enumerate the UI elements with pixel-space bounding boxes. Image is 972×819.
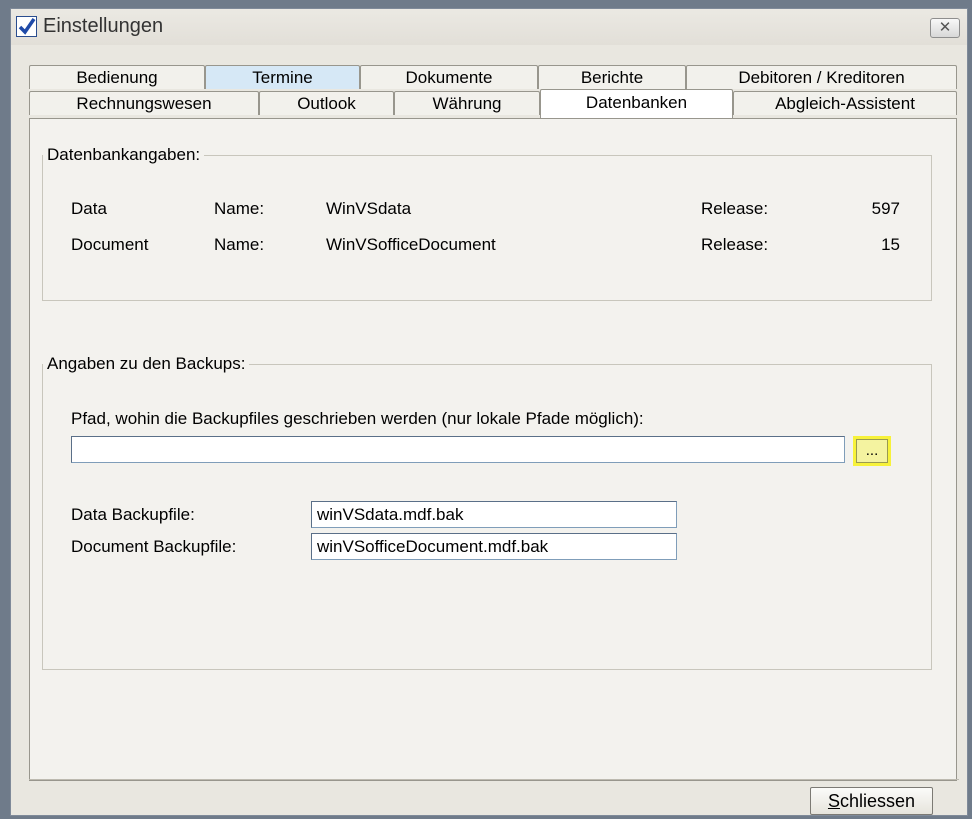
tab-panel-datenbanken: Datenbankangaben: Data Name: WinVSdata R… xyxy=(29,118,957,781)
document-db-release-label: Release: xyxy=(701,235,769,254)
settings-window: Einstellungen ✕ Bedienung Termine Dokume… xyxy=(10,8,968,816)
data-db-release: 597 xyxy=(871,199,900,218)
footer-separator xyxy=(29,779,959,780)
tab-bedienung[interactable]: Bedienung xyxy=(29,65,205,89)
document-db-kind: Document xyxy=(71,235,149,254)
tab-datenbanken[interactable]: Datenbanken xyxy=(540,89,733,118)
backup-path-input[interactable] xyxy=(71,436,845,463)
data-backupfile-input[interactable] xyxy=(311,501,677,528)
data-db-name-label: Name: xyxy=(214,199,265,218)
tab-dokumente[interactable]: Dokumente xyxy=(360,65,538,89)
tab-rechnungswesen[interactable]: Rechnungswesen xyxy=(29,91,259,115)
document-db-release: 15 xyxy=(881,235,900,254)
data-db-name: WinVSdata xyxy=(326,199,412,218)
database-info-group: Datenbankangaben: Data Name: WinVSdata R… xyxy=(42,145,932,301)
document-backupfile-label: Document Backupfile: xyxy=(71,537,237,556)
window-title: Einstellungen xyxy=(43,15,164,37)
browse-path-button[interactable]: ... xyxy=(856,439,888,463)
backup-group: Angaben zu den Backups: Pfad, wohin die … xyxy=(42,354,932,670)
schliessen-label: chliessen xyxy=(839,791,916,811)
tab-waehrung[interactable]: Währung xyxy=(394,91,540,115)
document-db-name: WinVSofficeDocument xyxy=(326,235,496,254)
close-icon: ✕ xyxy=(938,19,952,36)
window-close-button[interactable]: ✕ xyxy=(930,18,960,38)
data-db-release-label: Release: xyxy=(701,199,769,218)
database-info-legend: Datenbankangaben: xyxy=(43,145,205,165)
document-db-name-label: Name: xyxy=(214,235,265,254)
tab-termine[interactable]: Termine xyxy=(205,65,360,89)
data-backupfile-label: Data Backupfile: xyxy=(71,505,195,524)
data-db-kind: Data xyxy=(71,199,107,218)
title-bar[interactable]: Einstellungen ✕ xyxy=(11,9,967,45)
tab-berichte[interactable]: Berichte xyxy=(538,65,686,89)
tab-outlook[interactable]: Outlook xyxy=(259,91,394,115)
backup-path-label: Pfad, wohin die Backupfiles geschrieben … xyxy=(71,409,644,428)
tab-debitoren-kreditoren[interactable]: Debitoren / Kreditoren xyxy=(686,65,957,89)
document-backupfile-input[interactable] xyxy=(311,533,677,560)
tab-abgleich-assistent[interactable]: Abgleich-Assistent xyxy=(733,91,957,115)
schliessen-mnemonic: S xyxy=(827,791,840,811)
checkmark-app-icon xyxy=(16,16,37,37)
schliessen-button[interactable]: Schliessen xyxy=(810,787,933,815)
backup-legend: Angaben zu den Backups: xyxy=(43,354,250,374)
